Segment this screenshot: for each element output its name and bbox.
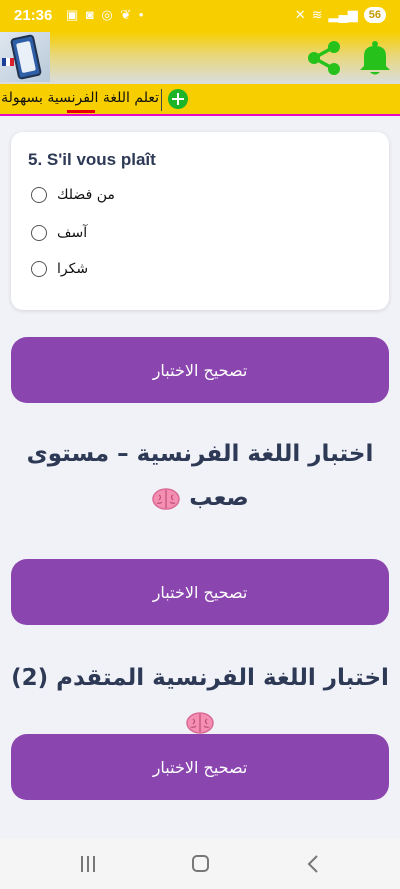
top-bar bbox=[0, 32, 400, 84]
question-card: 5. S'il vous plaît من فضلك آسف شكرا bbox=[11, 132, 389, 310]
notification-icon: ▣ bbox=[66, 7, 81, 22]
status-bar: 21:36 ▣ ◙ ◎ ❦ • ✕ ≋ ▂▄▆ 56 bbox=[0, 0, 400, 32]
quiz-heading-advanced: اختبار اللغة الفرنسية المتقدم (2) bbox=[10, 656, 390, 744]
screenshot-icon: ◙ bbox=[85, 7, 96, 22]
answer-option[interactable]: آسف bbox=[31, 222, 87, 244]
option-label: آسف bbox=[57, 225, 88, 241]
signal-icon: ▂▄▆ bbox=[328, 7, 358, 22]
add-icon[interactable] bbox=[168, 89, 188, 109]
quiz-heading-hard: اختبار اللغة الفرنسية – مستوى صعب bbox=[10, 432, 390, 520]
back-icon[interactable] bbox=[306, 854, 320, 874]
navigation-bar bbox=[0, 839, 400, 889]
dot-icon: • bbox=[138, 7, 146, 22]
mute-icon: ✕ bbox=[294, 7, 306, 22]
app-logo[interactable] bbox=[0, 32, 50, 82]
title-underline bbox=[67, 110, 95, 113]
check-quiz-button[interactable]: تصحيح الاختبار bbox=[11, 337, 389, 403]
flag-icon bbox=[2, 58, 14, 66]
option-label: من فضلك bbox=[57, 187, 115, 203]
radio-button[interactable] bbox=[31, 225, 47, 241]
battery-icon: 56 bbox=[363, 7, 386, 23]
check-quiz-button[interactable]: تصحيح الاختبار bbox=[11, 559, 389, 625]
home-icon[interactable] bbox=[192, 855, 209, 872]
heading-text: اختبار اللغة الفرنسية المتقدم (2) bbox=[11, 665, 389, 691]
answer-option[interactable]: شكرا bbox=[31, 258, 88, 280]
phone-icon bbox=[9, 33, 43, 81]
instagram-icon: ◎ bbox=[101, 7, 115, 22]
status-time: 21:36 bbox=[14, 7, 53, 24]
status-left-icons: ▣ ◙ ◎ ❦ • bbox=[66, 7, 145, 23]
check-quiz-button[interactable]: تصحيح الاختبار bbox=[11, 734, 389, 800]
recents-icon[interactable] bbox=[78, 856, 98, 872]
share-icon[interactable] bbox=[304, 40, 344, 76]
brain-icon bbox=[186, 711, 214, 734]
heading-text: اختبار اللغة الفرنسية – مستوى صعب bbox=[26, 441, 374, 511]
status-right-icons: ✕ ≋ ▂▄▆ 56 bbox=[295, 7, 386, 23]
wifi-icon: ≋ bbox=[311, 7, 323, 22]
app-title[interactable]: تعلم اللغة الفرنسية بسهولة bbox=[1, 90, 159, 106]
option-label: شكرا bbox=[57, 261, 89, 277]
radio-button[interactable] bbox=[31, 187, 47, 203]
leaf-icon: ❦ bbox=[120, 7, 134, 22]
radio-button[interactable] bbox=[31, 261, 47, 277]
tab-divider bbox=[161, 89, 162, 111]
brain-icon bbox=[152, 487, 180, 510]
answer-option[interactable]: من فضلك bbox=[31, 184, 115, 206]
bell-icon[interactable] bbox=[358, 40, 392, 76]
app-title-bar: تعلم اللغة الفرنسية بسهولة bbox=[0, 84, 400, 116]
question-title: 5. S'il vous plaît bbox=[28, 150, 156, 169]
